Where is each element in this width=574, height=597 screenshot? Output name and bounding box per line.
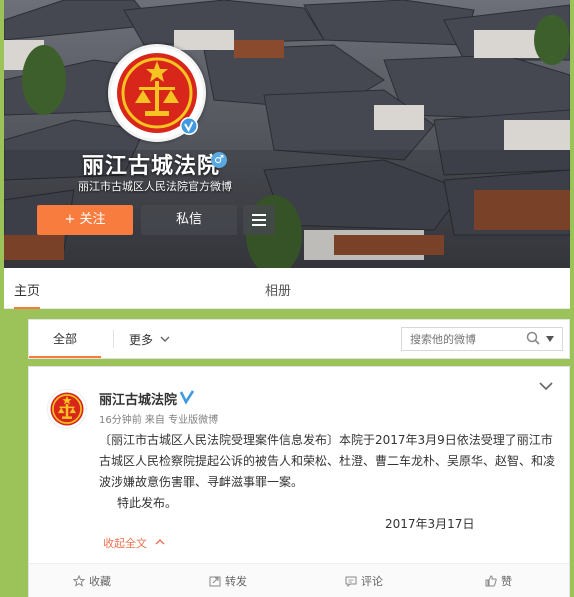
like-label: 赞 bbox=[501, 575, 512, 588]
collapse-label: 收起全文 bbox=[103, 537, 147, 550]
verified-icon bbox=[179, 390, 195, 405]
post-author-avatar[interactable] bbox=[47, 389, 87, 429]
chevron-up-icon bbox=[155, 539, 164, 545]
forward-label: 转发 bbox=[225, 575, 247, 588]
star-icon bbox=[72, 574, 86, 587]
post-meta: 16分钟前 来自 专业版微博 bbox=[99, 415, 219, 426]
profile-tabs: 主页 相册 bbox=[4, 268, 570, 309]
verified-icon bbox=[180, 117, 198, 135]
profile-name: 丽江古城法院 bbox=[82, 154, 221, 179]
chevron-down-icon[interactable] bbox=[539, 381, 553, 391]
menu-icon[interactable] bbox=[243, 205, 275, 235]
post-card: 丽江古城法院 16分钟前 来自 专业版微博 〔丽江市古城区人民法院受理案件信息发… bbox=[28, 366, 570, 597]
search-input[interactable] bbox=[408, 330, 524, 348]
comment-label: 评论 bbox=[361, 575, 383, 588]
post-text-closing: 特此发布。 bbox=[117, 496, 178, 510]
search-icon[interactable] bbox=[526, 331, 540, 345]
tab-home[interactable]: 主页 bbox=[14, 280, 41, 309]
favorite-button[interactable]: 收藏 bbox=[72, 573, 111, 589]
profile-cover: 丽江古城法院 ♂ 丽江市古城区人民法院官方微博 + 关注 私信 bbox=[4, 0, 570, 268]
follow-button[interactable]: + 关注 bbox=[37, 205, 133, 235]
filter-all-tab[interactable]: 全部 bbox=[29, 320, 101, 358]
favorite-label: 收藏 bbox=[89, 575, 111, 588]
forward-button[interactable]: 转发 bbox=[209, 573, 247, 589]
message-button[interactable]: 私信 bbox=[141, 205, 237, 235]
post-date: 2017年3月17日 bbox=[385, 517, 475, 531]
collapse-link[interactable]: 收起全文 bbox=[103, 535, 165, 551]
like-button[interactable]: 赞 bbox=[485, 573, 512, 589]
profile-description: 丽江市古城区人民法院官方微博 bbox=[78, 180, 232, 193]
filter-more-dropdown[interactable]: 更多 bbox=[129, 331, 170, 348]
forward-icon bbox=[209, 576, 221, 587]
gender-icon: ♂ bbox=[211, 152, 227, 168]
filter-more-label: 更多 bbox=[129, 333, 154, 347]
court-emblem-icon bbox=[50, 392, 84, 426]
tab-album[interactable]: 相册 bbox=[265, 280, 291, 299]
divider bbox=[113, 330, 114, 348]
comment-icon bbox=[345, 576, 357, 588]
post-actions: 收藏 转发 评论 赞 bbox=[29, 563, 569, 597]
like-icon bbox=[485, 575, 497, 587]
comment-button[interactable]: 评论 bbox=[345, 573, 383, 589]
post-text: 〔丽江市古城区人民法院受理案件信息发布〕本院于2017年3月9日依法受理了丽江市… bbox=[99, 433, 556, 489]
feed-filter-bar: 全部 更多 bbox=[28, 319, 570, 359]
search-options-icon[interactable] bbox=[545, 335, 555, 343]
search-box bbox=[401, 327, 563, 351]
chevron-down-icon bbox=[160, 336, 170, 342]
post-author-name[interactable]: 丽江古城法院 bbox=[99, 389, 177, 408]
